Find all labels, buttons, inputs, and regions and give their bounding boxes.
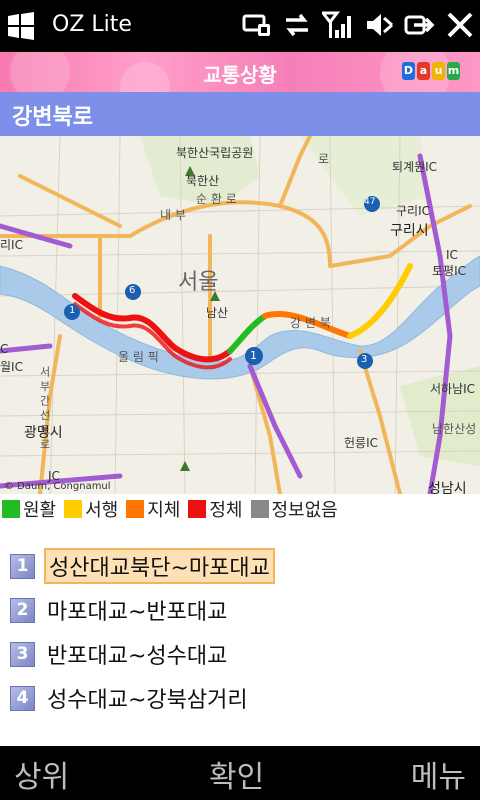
road-name-bar: 강변북로 <box>0 92 480 136</box>
legend-swatch <box>188 500 207 518</box>
status-icons <box>242 10 474 40</box>
legend-swatch <box>126 500 145 518</box>
section-item-2[interactable]: 2 마포대교~반포대교 <box>10 592 230 628</box>
softkey-bar: 상위 확인 메뉴 <box>0 746 480 800</box>
legend-item-no-info: 정보없음 <box>250 496 338 522</box>
route-number: 6 <box>129 285 136 296</box>
legend-item-slow: 서행 <box>64 496 118 522</box>
route-number: 47 <box>364 197 376 207</box>
map-copyright: © Daum, Congnamul <box>4 481 111 492</box>
daum-logo-letter: u <box>432 62 445 80</box>
legend-item-delayed: 지체 <box>126 496 180 522</box>
map-label: 서울 <box>178 270 219 295</box>
close-icon[interactable] <box>446 10 474 40</box>
map-label: 퇴계원IC <box>392 160 438 174</box>
map-label: 내 부 <box>160 208 186 222</box>
volume-muted-icon[interactable] <box>364 10 394 40</box>
legend-item-congested: 정체 <box>188 496 243 522</box>
section-item-1[interactable]: 1 성산대교북단~마포대교 <box>10 548 275 584</box>
status-bar: OZ Lite <box>0 0 480 52</box>
daum-logo-letter: D <box>402 62 415 80</box>
route-number: 1 <box>250 349 257 362</box>
legend-label: 지체 <box>147 500 181 521</box>
map-label: 올 림 픽 <box>118 350 159 364</box>
map-label: 구리시 <box>390 223 429 239</box>
traffic-legend: 원활 서행 지체 정체 정보없음 <box>0 494 480 524</box>
daum-logo: D a u m <box>402 62 460 80</box>
legend-swatch <box>2 500 20 518</box>
map-label: 리IC <box>0 238 23 252</box>
section-label: 반포대교~성수대교 <box>47 644 228 669</box>
softkey-ok-button[interactable]: 확인 <box>209 752 264 796</box>
map-label: 북한산 <box>186 174 220 188</box>
daum-logo-letter: m <box>447 62 460 80</box>
route-number: 1 <box>69 305 76 316</box>
section-label: 성수대교~강북삼거리 <box>47 688 248 713</box>
map-label: 서 부 간 선 도 로 <box>38 366 51 450</box>
windows-logo-icon[interactable] <box>6 12 36 40</box>
route-number: 3 <box>361 354 368 365</box>
softkey-up-button[interactable]: 상위 <box>14 752 69 796</box>
map-label: 토평IC <box>432 264 466 278</box>
softkey-menu-button[interactable]: 메뉴 <box>411 752 466 796</box>
map-label: 남한산성 <box>432 422 477 436</box>
section-label: 마포대교~반포대교 <box>47 600 228 625</box>
connectivity-icon[interactable] <box>242 10 272 40</box>
section-item-3[interactable]: 3 반포대교~성수대교 <box>10 636 230 672</box>
map-label: IC <box>446 248 458 262</box>
road-title: 강변북로 <box>12 105 93 130</box>
signal-icon[interactable] <box>322 10 354 40</box>
daum-logo-letter: a <box>417 62 430 80</box>
map-label: 순 환 로 <box>196 192 237 206</box>
legend-swatch <box>64 500 83 518</box>
legend-label: 서행 <box>85 500 119 521</box>
map-label: 로 <box>318 152 330 166</box>
legend-label: 원활 <box>23 500 57 521</box>
section-number-badge: 1 <box>10 553 35 579</box>
app-header: 교통상황 D a u m <box>0 52 480 92</box>
map-label: 강 변 북 <box>290 316 331 330</box>
legend-swatch <box>250 500 269 518</box>
section-number-badge: 3 <box>10 641 35 667</box>
map-label: C <box>0 342 9 356</box>
legend-label: 정보없음 <box>271 500 338 521</box>
map-label: 성남시 <box>428 481 467 494</box>
map-label: 북한산국립공원 <box>176 146 254 160</box>
legend-item-smooth: 원활 <box>2 496 56 522</box>
map-label: 남산 <box>206 306 229 320</box>
section-label: 성산대교북단~마포대교 <box>44 548 275 584</box>
map-label: 서하남IC <box>430 382 476 396</box>
app-title: OZ Lite <box>52 12 132 37</box>
traffic-map[interactable]: 6 1 1 3 47 북한산국립공원 북한산 순 환 로 내 부 서울 남산 퇴… <box>0 136 480 494</box>
section-number-badge: 4 <box>10 685 35 711</box>
legend-label: 정체 <box>209 500 243 521</box>
mountain-icon <box>180 461 190 471</box>
section-list: 1 성산대교북단~마포대교 2 마포대교~반포대교 3 반포대교~성수대교 4 … <box>0 524 480 746</box>
section-number-badge: 2 <box>10 597 35 623</box>
map-label: 구리IC <box>396 204 430 218</box>
map-label: 월IC <box>0 360 23 374</box>
data-transfer-icon[interactable] <box>282 10 312 40</box>
ok-icon[interactable] <box>404 10 436 40</box>
section-item-4[interactable]: 4 성수대교~강북삼거리 <box>10 680 251 716</box>
map-label: 헌릉IC <box>344 436 378 450</box>
